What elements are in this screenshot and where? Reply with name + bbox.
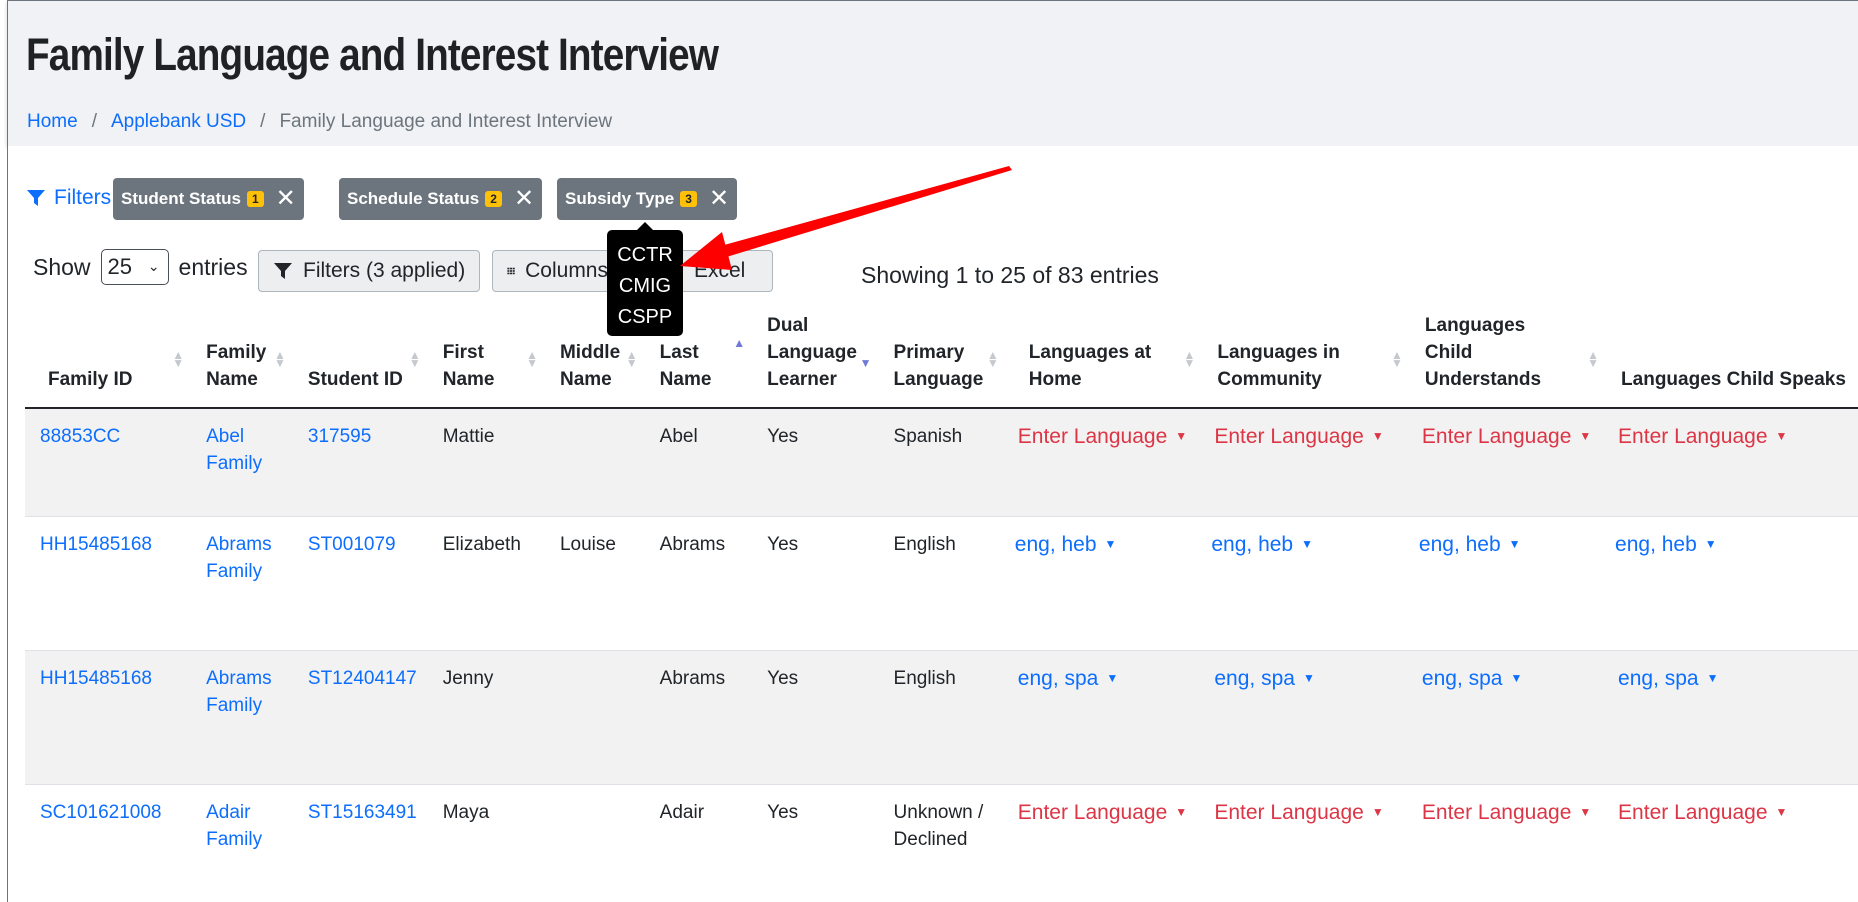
col-primary-language[interactable]: Primary Language ▲ ▼ [879, 296, 1007, 409]
filter-count-badge: 3 [680, 191, 697, 207]
caret-down-icon: ▼ [1579, 429, 1592, 443]
sort-icon: ▲ ▼ [1587, 348, 1600, 370]
main-content: Filters Student Status 1 ✕ Schedule Stat… [7, 146, 1858, 902]
family-name-link[interactable]: Abrams Family [206, 534, 271, 582]
caret-down-icon: ▼ [1371, 804, 1384, 819]
filter-chip-schedule-status[interactable]: Schedule Status 2 ✕ [339, 178, 543, 220]
col-dual-language-learner[interactable]: Dual Language Learner ▼ [753, 296, 880, 409]
sort-desc-icon: ▼ [859, 356, 872, 370]
family-name-link[interactable]: Abel Family [206, 426, 262, 474]
caret-down-icon: ▼ [1175, 804, 1188, 819]
language-dropdown[interactable]: Enter Language ▼ [1618, 425, 1787, 448]
sort-icon: ▲ ▼ [274, 348, 286, 370]
family-id-link[interactable]: 88853CC [40, 426, 120, 447]
caret-down-icon: ▼ [1704, 536, 1717, 551]
language-dropdown[interactable]: Enter Language ▼ [1018, 425, 1187, 448]
col-first-name[interactable]: First Name ▲ ▼ [428, 296, 546, 409]
language-dropdown[interactable]: Enter Language ▼ [1214, 425, 1383, 448]
caret-down-icon: ▼ [1775, 429, 1788, 443]
col-languages-community[interactable]: Languages in Community ▲ ▼ [1203, 296, 1411, 409]
breadcrumb-current: Family Language and Interest Interview [279, 111, 613, 132]
table-row: HH15485168 Abrams Family ST001079 Elizab… [25, 516, 1858, 651]
family-name-link[interactable]: Abrams Family [206, 668, 271, 716]
sort-icon: ▲ ▼ [1391, 348, 1403, 370]
filter-chip-student-status[interactable]: Student Status 1 ✕ [113, 178, 304, 220]
caret-down-icon: ▼ [1775, 804, 1788, 819]
language-dropdown[interactable]: Enter Language ▼ [1422, 801, 1591, 824]
close-icon[interactable]: ✕ [709, 187, 729, 211]
chevron-down-icon: ⌄ [147, 258, 160, 274]
filter-icon [274, 263, 292, 279]
caret-down-icon: ▼ [1104, 536, 1117, 551]
columns-button[interactable]: Columns [492, 250, 623, 292]
page-header: Family Language and Interest Interview H… [7, 0, 1858, 146]
col-family-id[interactable]: Family ID ▲ ▼ [25, 296, 193, 409]
breadcrumb: Home / Applebank USD / Family Language and I… [27, 111, 613, 132]
family-id-link[interactable]: HH15485168 [40, 534, 152, 555]
language-dropdown[interactable]: eng, spa ▼ [1018, 667, 1118, 690]
language-dropdown[interactable]: eng, spa ▼ [1422, 667, 1522, 690]
sort-icon: ▲ ▼ [408, 348, 421, 370]
sort-icon: ▲ ▼ [1183, 348, 1196, 370]
col-family-name[interactable]: Family Name ▲ ▼ [192, 296, 294, 409]
family-name-link[interactable]: Adair Family [206, 802, 262, 850]
family-id-link[interactable]: HH15485168 [40, 668, 152, 689]
sort-icon: ▲ ▼ [625, 348, 638, 370]
language-dropdown[interactable]: eng, spa ▼ [1618, 667, 1718, 690]
filters-link[interactable]: Filters [26, 186, 111, 210]
filter-chip-subsidy-type[interactable]: Subsidy Type 3 ✕ [557, 178, 738, 220]
language-dropdown[interactable]: eng, heb ▼ [1419, 533, 1521, 556]
language-dropdown[interactable]: eng, heb ▼ [1211, 533, 1313, 556]
col-student-id[interactable]: Student ID ▲ ▼ [293, 296, 429, 409]
subsidy-type-tooltip: CCTR CMIG CSPP [607, 222, 683, 336]
breadcrumb-home[interactable]: Home [27, 111, 78, 132]
table-row: HH15485168 Abrams Family ST12404147 Jenn… [25, 650, 1858, 785]
filter-icon [27, 190, 45, 206]
caret-down-icon: ▼ [1508, 536, 1521, 551]
page-title: Family Language and Interest Interview [26, 29, 719, 80]
caret-down-icon: ▼ [1510, 670, 1523, 685]
filter-count-badge: 1 [246, 191, 264, 207]
student-id-link[interactable]: 317595 [308, 426, 371, 447]
close-icon[interactable]: ✕ [276, 187, 296, 211]
caret-down-icon: ▼ [1175, 429, 1188, 443]
language-dropdown[interactable]: eng, spa ▼ [1214, 667, 1314, 690]
family-id-link[interactable]: SC101621008 [40, 802, 162, 823]
student-id-link[interactable]: ST15163491 [308, 802, 417, 823]
language-dropdown[interactable]: eng, heb ▼ [1615, 533, 1717, 556]
filters-button[interactable]: Filters (3 applied) [258, 250, 481, 292]
show-entries: Show 25 ⌄ entries [33, 249, 248, 285]
language-dropdown[interactable]: Enter Language ▼ [1422, 425, 1591, 448]
caret-down-icon: ▼ [1302, 670, 1315, 685]
close-icon[interactable]: ✕ [514, 187, 534, 211]
sort-asc-icon: ▲ [733, 336, 746, 350]
caret-down-icon: ▼ [1579, 804, 1592, 819]
col-languages-understands[interactable]: Languages Child Understands ▲ ▼ [1410, 296, 1608, 409]
caret-down-icon: ▼ [1706, 670, 1719, 685]
breadcrumb-district[interactable]: Applebank USD [111, 111, 246, 132]
grid-icon [507, 267, 515, 275]
language-dropdown[interactable]: Enter Language ▼ [1018, 801, 1187, 824]
language-dropdown[interactable]: eng, heb ▼ [1015, 533, 1117, 556]
filter-count-badge: 2 [485, 191, 502, 207]
table-info: Showing 1 to 25 of 83 entries [861, 262, 1159, 288]
caret-down-icon: ▼ [1106, 670, 1119, 685]
student-id-link[interactable]: ST001079 [308, 534, 396, 555]
col-languages-speaks[interactable]: Languages Child Speaks [1607, 296, 1858, 409]
sort-icon: ▲ ▼ [172, 348, 185, 370]
table-row: SC101621008 Adair Family ST15163491 Maya… [25, 784, 1858, 902]
caret-down-icon: ▼ [1371, 429, 1384, 443]
language-dropdown[interactable]: Enter Language ▼ [1618, 801, 1787, 824]
entries-select[interactable]: 25 ⌄ [100, 249, 169, 285]
language-dropdown[interactable]: Enter Language ▼ [1214, 801, 1383, 824]
student-id-link[interactable]: ST12404147 [308, 668, 417, 689]
sort-icon: ▲ ▼ [986, 348, 999, 370]
sort-icon: ▲ ▼ [526, 348, 538, 370]
col-languages-home[interactable]: Languages at Home ▲ ▼ [1006, 296, 1204, 409]
caret-down-icon: ▼ [1301, 536, 1313, 551]
table-row: 88853CC Abel Family 317595 Mattie Abel Y… [25, 408, 1858, 517]
data-table: Family ID ▲ ▼ Family Name ▲ ▼ Student ID ▲ ▼ F… [25, 296, 1858, 902]
